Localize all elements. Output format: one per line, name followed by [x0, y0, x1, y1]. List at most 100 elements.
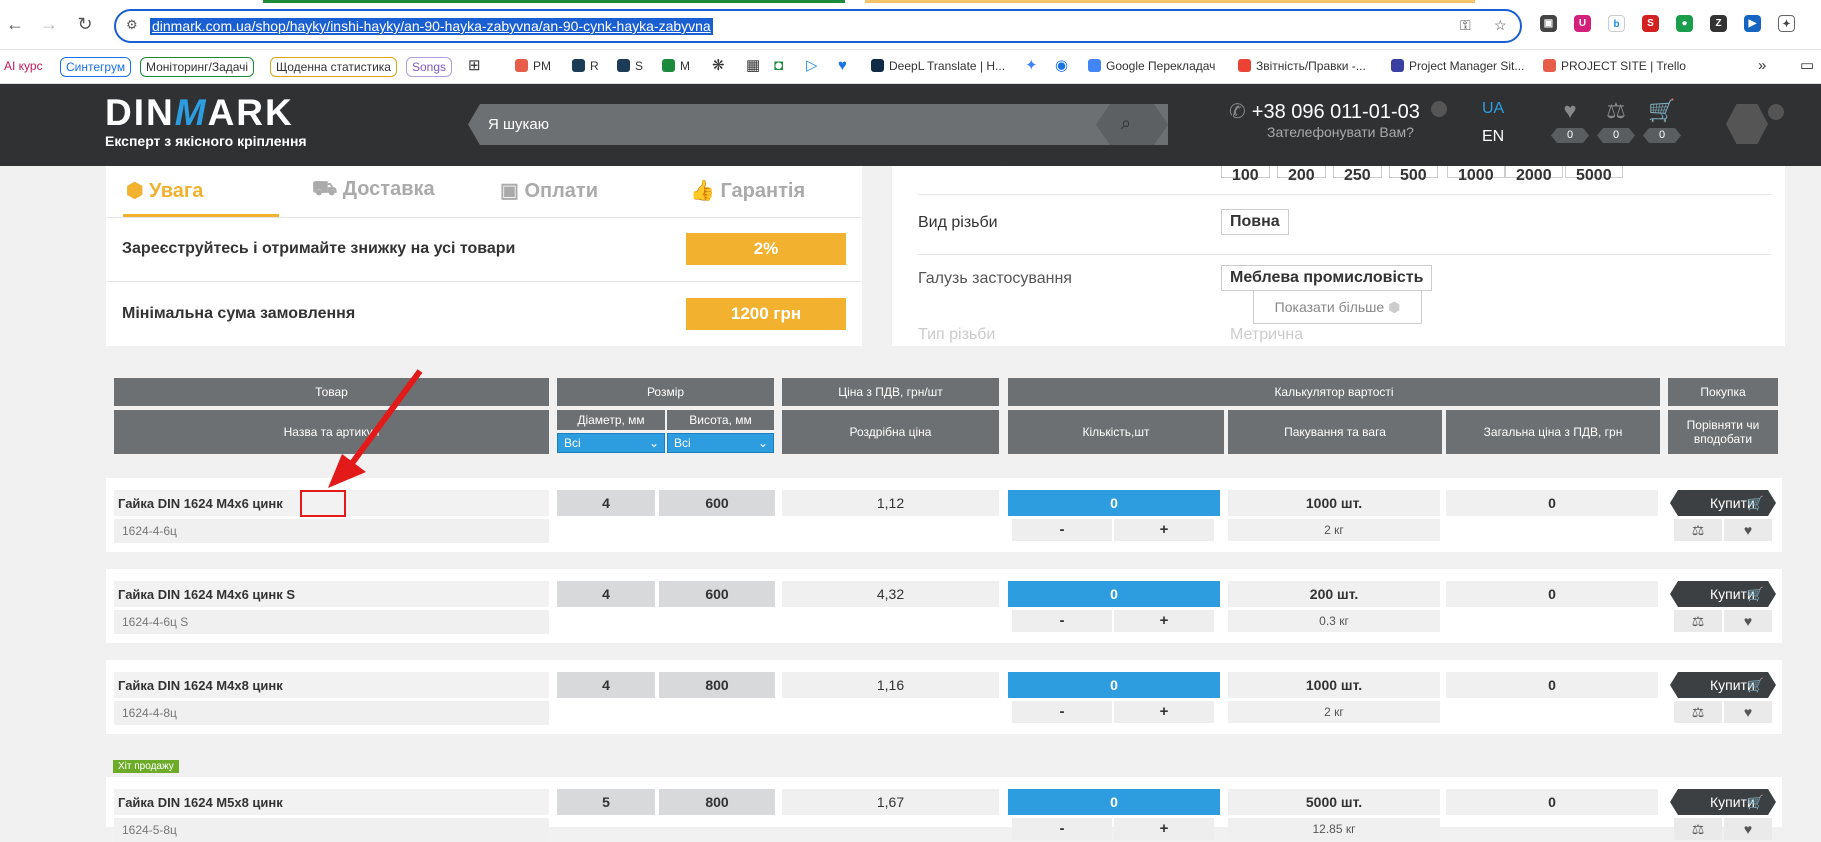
- apps-icon[interactable]: ⊞: [468, 57, 481, 77]
- compare-button[interactable]: ⚖: [1674, 701, 1722, 723]
- flag-ext-icon[interactable]: ▶: [1744, 15, 1761, 32]
- tab-warranty[interactable]: 👍 Гарантія: [690, 178, 805, 203]
- buy-button[interactable]: Купити 🛒: [1670, 789, 1776, 815]
- show-more-button[interactable]: Показати більше ⬢: [1253, 290, 1422, 324]
- search-button[interactable]: ⌕: [1096, 104, 1168, 145]
- bookmark-item[interactable]: Звітність/Правки -...: [1238, 57, 1366, 77]
- product-name[interactable]: Гайка DIN 1624 М4х6 цинк S: [118, 587, 295, 602]
- bookmark-item[interactable]: AI курс: [4, 57, 43, 77]
- image-ext-icon[interactable]: ▣: [1540, 15, 1557, 32]
- quantity-input[interactable]: 0: [1008, 581, 1220, 607]
- increment-button[interactable]: +: [1114, 610, 1214, 632]
- search-bar[interactable]: Я шукаю ⌕: [468, 104, 1168, 145]
- gz-ext-icon[interactable]: Z: [1710, 15, 1727, 32]
- decrement-button[interactable]: -: [1012, 519, 1112, 541]
- increment-button[interactable]: +: [1114, 701, 1214, 723]
- decrement-button[interactable]: -: [1012, 818, 1112, 840]
- quantity-input[interactable]: 0: [1008, 789, 1220, 815]
- favorite-button[interactable]: ♥: [1724, 610, 1772, 632]
- product-name[interactable]: Гайка DIN 1624 М4х8 цинк: [118, 678, 283, 693]
- increment-button[interactable]: +: [1114, 818, 1214, 840]
- buy-button[interactable]: Купити 🛒: [1670, 581, 1776, 607]
- quantity-input[interactable]: 0: [1008, 672, 1220, 698]
- chat-favicon-icon[interactable]: ◘: [774, 57, 783, 77]
- favorite-button[interactable]: ♥: [1724, 818, 1772, 840]
- phone-block[interactable]: ✆ +38 096 011-01-03 Зателефонувати Вам?: [1229, 99, 1448, 140]
- tab-payments[interactable]: ▣ Оплати: [500, 178, 598, 203]
- site-info-icon[interactable]: ⚙: [126, 17, 138, 33]
- back-icon[interactable]: ←: [4, 14, 26, 35]
- favorite-button[interactable]: ♥: [1724, 701, 1772, 723]
- key-icon[interactable]: ⚿: [1460, 17, 1471, 34]
- bookmark-item[interactable]: M: [662, 57, 690, 77]
- pack-option[interactable]: 1000: [1447, 166, 1505, 184]
- phone-arrow-icon[interactable]: [1431, 101, 1448, 117]
- tab-delivery[interactable]: ⛟ Доставка: [312, 178, 435, 203]
- bookmark-item[interactable]: Моніторинг/Задачі: [140, 57, 255, 77]
- decrement-button[interactable]: -: [1012, 610, 1112, 632]
- b-ext-icon[interactable]: b: [1608, 15, 1625, 32]
- user-account-icon[interactable]: [1726, 104, 1768, 144]
- bookmark-item[interactable]: Синтегрум: [60, 57, 132, 77]
- bookmark-item[interactable]: Щоденна статистика: [270, 57, 397, 77]
- bookmark-item[interactable]: Google Перекладач: [1088, 57, 1215, 77]
- diameter-filter[interactable]: Всі ⌄: [557, 433, 665, 453]
- bookmark-star-icon[interactable]: ☆: [1494, 17, 1507, 34]
- play-favicon-icon[interactable]: ▷: [806, 57, 818, 77]
- decrement-button[interactable]: -: [1012, 701, 1112, 723]
- pack-option[interactable]: 2000: [1505, 166, 1563, 184]
- lang-ua[interactable]: UA: [1482, 100, 1504, 118]
- pack-option[interactable]: 5000: [1565, 166, 1623, 184]
- buy-button[interactable]: Купити 🛒: [1670, 672, 1776, 698]
- bookmark-item[interactable]: PROJECT SITE | Trello: [1543, 57, 1686, 77]
- bookmark-item[interactable]: Songs: [406, 57, 453, 77]
- callback-link[interactable]: Зателефонувати Вам?: [1267, 124, 1414, 140]
- lang-en[interactable]: EN: [1482, 128, 1504, 146]
- gemini-favicon-icon[interactable]: ✦: [1025, 57, 1038, 77]
- product-name[interactable]: Гайка DIN 1624 М4х6 цинк: [118, 496, 283, 511]
- openai-favicon-icon[interactable]: ❋: [712, 57, 725, 77]
- pack-option[interactable]: 100: [1221, 166, 1270, 184]
- podcast-favicon-icon[interactable]: ◉: [1055, 57, 1068, 77]
- phone-number[interactable]: +38 096 011-01-03: [1252, 101, 1420, 123]
- buy-button[interactable]: Купити 🛒: [1670, 490, 1776, 516]
- bookmark-item[interactable]: PM: [515, 57, 551, 77]
- pack-option[interactable]: 250: [1333, 166, 1382, 184]
- bookmark-item[interactable]: DeepL Translate | H...: [871, 57, 1005, 77]
- pack-option[interactable]: 200: [1277, 166, 1326, 184]
- height-filter[interactable]: Всі ⌄: [667, 433, 774, 453]
- bookmark-item[interactable]: R: [572, 57, 599, 77]
- chevron-down-icon: ⌄: [648, 436, 659, 450]
- extensions-icon[interactable]: ✦: [1778, 15, 1795, 32]
- compare-button[interactable]: ⚖: [1674, 610, 1722, 632]
- heart-favicon-icon[interactable]: ♥: [838, 57, 847, 77]
- compare-button[interactable]: ⚖: [1674, 818, 1722, 840]
- reload-icon[interactable]: ↻: [74, 14, 96, 35]
- forward-icon[interactable]: →: [38, 14, 60, 35]
- compare-button[interactable]: ⚖ 0: [1594, 98, 1638, 143]
- url-text[interactable]: dinmark.com.ua/shop/hayky/inshi-hayky/an…: [150, 18, 713, 35]
- product-name[interactable]: Гайка DIN 1624 М5х8 цинк: [118, 795, 283, 810]
- bookmark-item[interactable]: S: [617, 57, 643, 77]
- favorite-button[interactable]: ♥: [1724, 519, 1772, 541]
- cart-button[interactable]: 🛒 0: [1640, 98, 1684, 143]
- ublock-ext-icon[interactable]: U: [1574, 15, 1591, 32]
- logo[interactable]: DINMARK Експерт з якісного кріплення: [105, 94, 307, 150]
- more-bookmarks-icon[interactable]: »: [1758, 57, 1766, 77]
- thread-type-value[interactable]: Повна: [1221, 209, 1289, 235]
- pack-option[interactable]: 500: [1389, 166, 1438, 184]
- green-ext-icon[interactable]: ●: [1676, 15, 1693, 32]
- address-bar[interactable]: ⚙ dinmark.com.ua/shop/hayky/inshi-hayky/…: [114, 9, 1522, 43]
- search-input[interactable]: Я шукаю: [488, 116, 549, 133]
- all-bookmarks-icon[interactable]: ▭: [1800, 57, 1814, 77]
- bookmark-item[interactable]: Project Manager Sit...: [1391, 57, 1524, 77]
- compare-button[interactable]: ⚖: [1674, 519, 1722, 541]
- tab-attention[interactable]: ⬢ Увага: [126, 178, 203, 203]
- industry-value[interactable]: Меблева промисловість: [1221, 265, 1433, 291]
- wishlist-button[interactable]: ♥ 0: [1548, 98, 1592, 143]
- account-arrow-icon[interactable]: [1768, 104, 1784, 120]
- quantity-input[interactable]: 0: [1008, 490, 1220, 516]
- s-ext-icon[interactable]: S: [1642, 15, 1659, 32]
- grid-favicon-icon[interactable]: ▦: [746, 57, 760, 77]
- increment-button[interactable]: +: [1114, 519, 1214, 541]
